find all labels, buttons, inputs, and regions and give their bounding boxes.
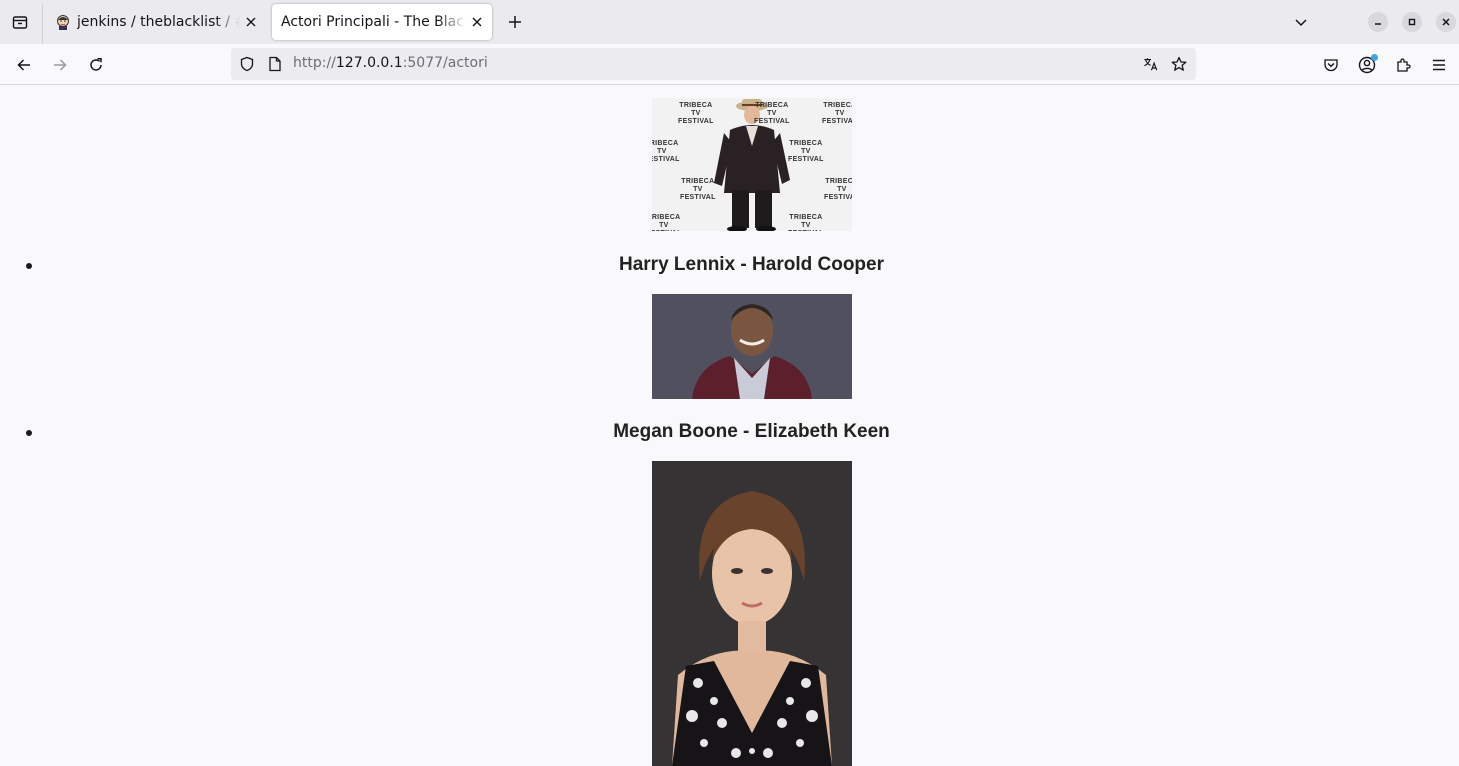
close-icon bbox=[1442, 18, 1450, 26]
backdrop-logo: TRIBECATVFESTIVAL bbox=[652, 140, 680, 163]
minimize-icon[interactable] bbox=[1368, 12, 1388, 32]
backdrop-logo: TRIBECATVFESTIVAL bbox=[788, 140, 824, 163]
tab-actori-principali[interactable]: Actori Principali - The Blacklist bbox=[272, 4, 492, 40]
notification-dot bbox=[1371, 54, 1378, 61]
url-text[interactable]: http://127.0.0.1:5077/actori bbox=[293, 55, 488, 71]
close-icon[interactable] bbox=[240, 11, 262, 33]
arrow-right-icon[interactable] bbox=[47, 52, 73, 78]
backdrop-logo: TRIBECATVFESTIVAL bbox=[822, 102, 852, 125]
actor-name-heading: Megan Boone - Elizabeth Keen bbox=[613, 421, 890, 442]
chevron-down-icon[interactable] bbox=[1289, 10, 1313, 34]
backdrop-logo: TRIBECATVFESTIVAL bbox=[678, 102, 714, 125]
tab-strip: jenkins / theblacklist / #1 Actori Princ… bbox=[0, 0, 1459, 44]
backdrop-logo: TRIBECATVFESTIVAL bbox=[652, 214, 681, 231]
url-host: 127.0.0.1 bbox=[335, 55, 403, 71]
tab-title: jenkins / theblacklist / #1 bbox=[77, 14, 240, 30]
close-window-button[interactable] bbox=[1436, 12, 1456, 32]
jenkins-icon bbox=[55, 14, 71, 30]
maximize-icon[interactable] bbox=[1402, 12, 1422, 32]
pocket-icon[interactable] bbox=[1318, 52, 1344, 78]
url-path: :5077/actori bbox=[402, 55, 488, 71]
page-content: TRIBECA TV FESTIVAL TRIBECA TV FESTIVAL TRIB… bbox=[0, 86, 1459, 766]
backdrop-logo: TRIBECATVFESTIVAL bbox=[754, 102, 790, 125]
plus-icon[interactable] bbox=[503, 10, 527, 34]
tab-title: Actori Principali - The Blacklist bbox=[281, 14, 466, 30]
arrow-left-icon[interactable] bbox=[11, 52, 37, 78]
tab-jenkins[interactable]: jenkins / theblacklist / #1 bbox=[46, 4, 266, 40]
navigation-toolbar: http://127.0.0.1:5077/actori bbox=[0, 44, 1459, 85]
puzzle-icon[interactable] bbox=[1390, 52, 1416, 78]
actor-photo: TRIBECA TV FESTIVAL TRIBECA TV FESTIVAL TRIB… bbox=[652, 98, 852, 231]
page-icon[interactable] bbox=[267, 56, 283, 72]
star-icon[interactable] bbox=[1171, 56, 1187, 72]
url-bar[interactable]: http://127.0.0.1:5077/actori bbox=[231, 48, 1196, 80]
close-icon[interactable] bbox=[466, 11, 488, 33]
shield-icon[interactable] bbox=[239, 56, 255, 72]
account-icon[interactable] bbox=[1354, 52, 1380, 78]
url-scheme: http:// bbox=[293, 55, 336, 71]
backdrop-logo: TRIBECATVFESTIVAL bbox=[680, 178, 716, 201]
actor-photo bbox=[652, 294, 852, 399]
backdrop-logo: TRIBECATVFESTIVAL bbox=[824, 178, 852, 201]
actor-photo bbox=[652, 461, 852, 766]
reload-icon[interactable] bbox=[83, 52, 109, 78]
translate-icon[interactable] bbox=[1143, 56, 1159, 72]
actor-name-heading: Harry Lennix - Harold Cooper bbox=[619, 254, 884, 275]
tab-list-icon[interactable] bbox=[8, 10, 32, 34]
tab-separator bbox=[42, 4, 43, 44]
backdrop-logo: TRIBECATVFESTIVAL bbox=[788, 214, 823, 231]
hamburger-menu-icon[interactable] bbox=[1426, 52, 1452, 78]
